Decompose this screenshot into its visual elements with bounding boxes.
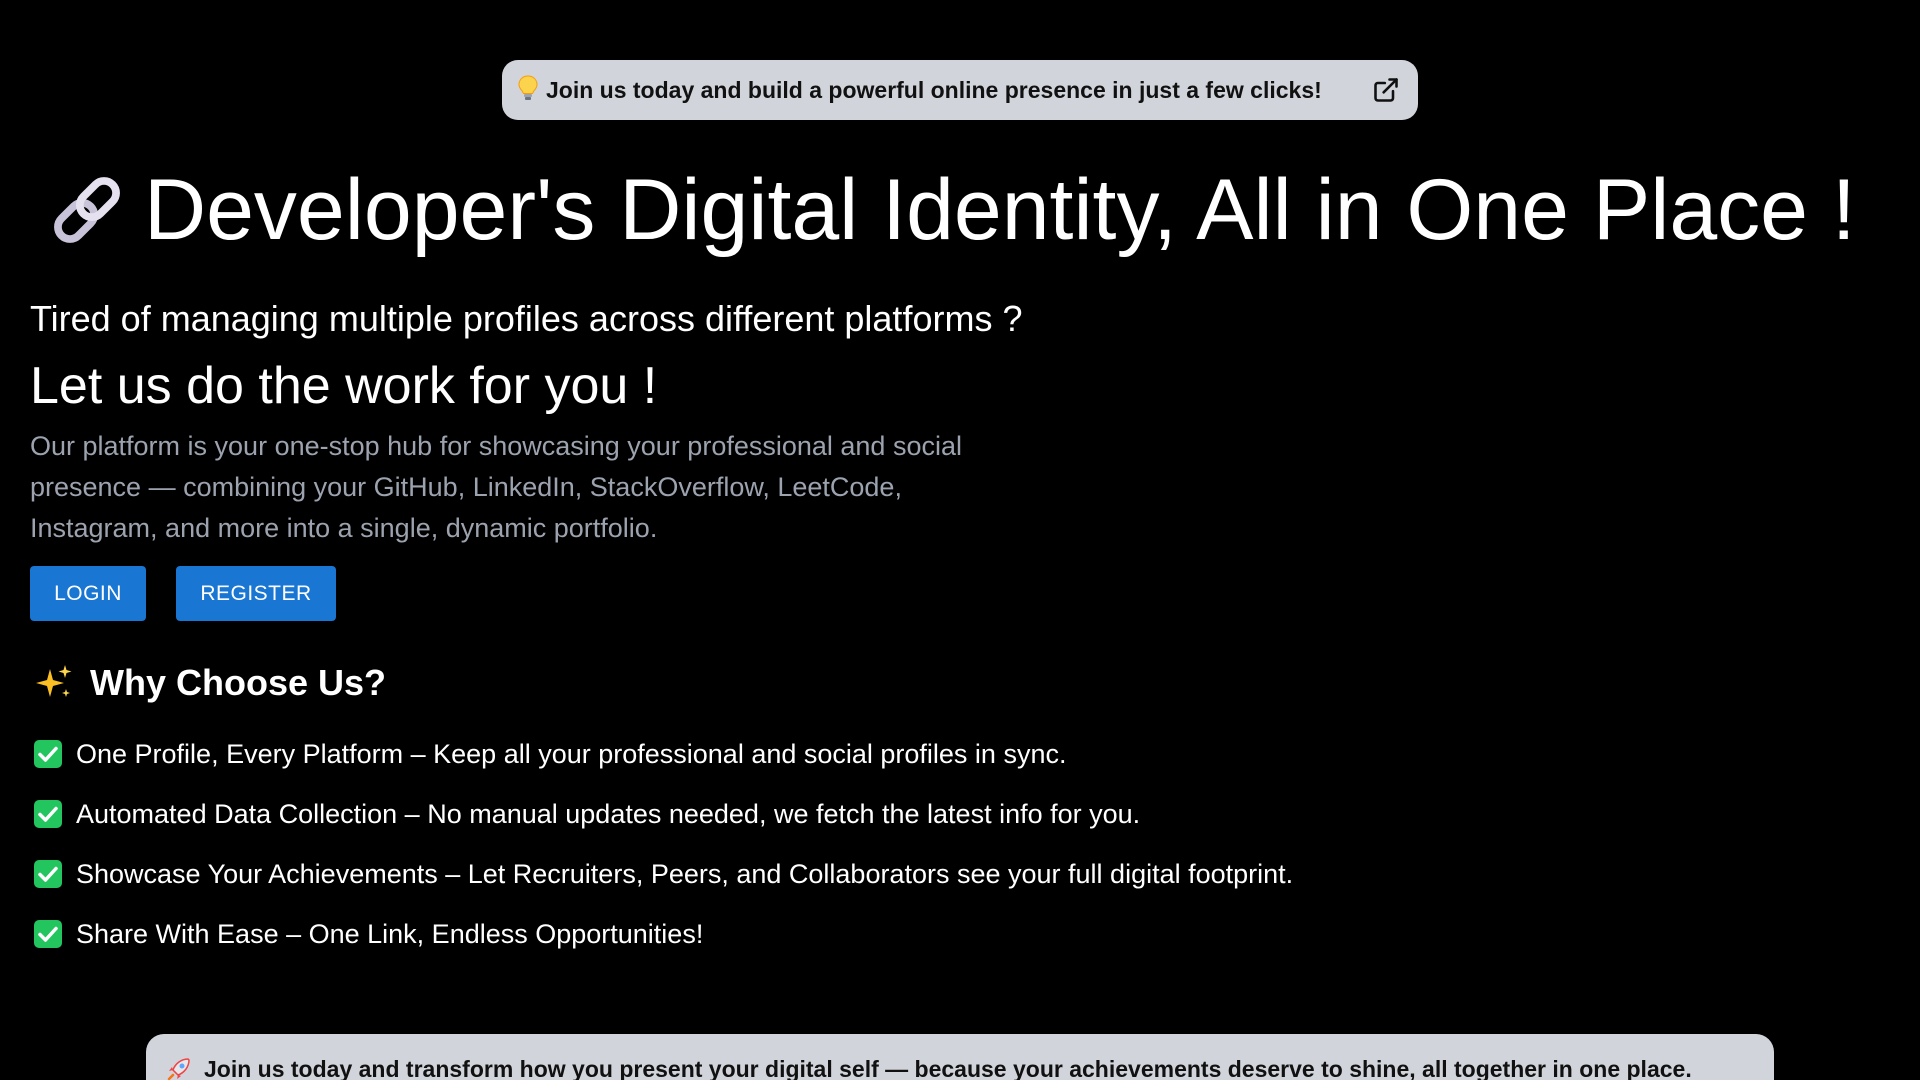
auth-buttons: LOGIN REGISTER bbox=[30, 566, 336, 621]
feature-item: One Profile, Every Platform – Keep all y… bbox=[34, 724, 1293, 784]
external-link-icon[interactable] bbox=[1372, 76, 1400, 104]
hero-tagline: Let us do the work for you ! bbox=[30, 357, 658, 415]
rocket-icon bbox=[167, 1058, 190, 1080]
top-announcement-banner[interactable]: Join us today and build a powerful onlin… bbox=[502, 60, 1418, 120]
top-banner-text: Join us today and build a powerful onlin… bbox=[546, 76, 1322, 103]
feature-item: Automated Data Collection – No manual up… bbox=[34, 784, 1293, 844]
why-heading-text: Why Choose Us? bbox=[90, 662, 387, 703]
feature-list: One Profile, Every Platform – Keep all y… bbox=[34, 724, 1293, 964]
feature-item: Showcase Your Achievements – Let Recruit… bbox=[34, 844, 1293, 904]
hero-description: Our platform is your one-stop hub for sh… bbox=[30, 431, 962, 543]
sparkles-icon bbox=[36, 665, 72, 697]
why-choose-us-heading: Why Choose Us? bbox=[34, 662, 386, 704]
hero-title: Developer's Digital Identity, All in One… bbox=[44, 160, 1856, 260]
hero-subtitle: Tired of managing multiple profiles acro… bbox=[30, 298, 1023, 339]
feature-text: Showcase Your Achievements – Let Recruit… bbox=[76, 858, 1294, 889]
check-icon bbox=[34, 740, 62, 768]
check-icon bbox=[34, 920, 62, 948]
check-icon bbox=[34, 860, 62, 888]
feature-text: Share With Ease – One Link, Endless Oppo… bbox=[76, 918, 704, 949]
hero-title-text: Developer's Digital Identity, All in One… bbox=[144, 162, 1856, 258]
feature-text: One Profile, Every Platform – Keep all y… bbox=[76, 738, 1067, 769]
bottom-call-to-action-banner: Join us today and transform how you pres… bbox=[146, 1034, 1774, 1080]
check-icon bbox=[34, 800, 62, 828]
login-button[interactable]: LOGIN bbox=[30, 566, 146, 621]
register-button[interactable]: REGISTER bbox=[176, 566, 336, 621]
link-icon bbox=[54, 177, 120, 243]
lightbulb-icon bbox=[518, 75, 538, 105]
feature-item: Share With Ease – One Link, Endless Oppo… bbox=[34, 904, 1293, 964]
feature-text: Automated Data Collection – No manual up… bbox=[76, 798, 1141, 829]
bottom-banner-text: Join us today and transform how you pres… bbox=[204, 1056, 1692, 1080]
landing-page: Join us today and build a powerful onlin… bbox=[0, 0, 1920, 1080]
